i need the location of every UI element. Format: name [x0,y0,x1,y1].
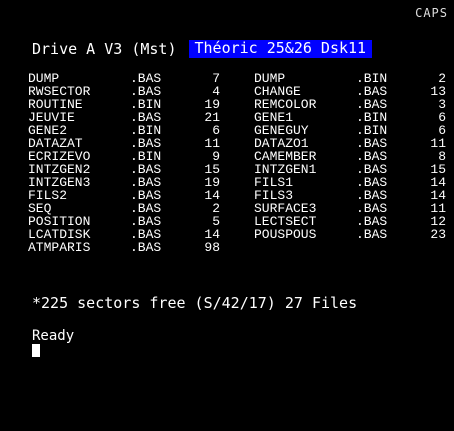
caps-indicator: CAPS [415,6,448,20]
file-extension: .BAS [356,227,388,242]
sectors-free-status: *225 sectors free (S/42/17) 27 Files [32,294,358,312]
directory-listing: DUMP .BAS 7 RWSECTOR .BAS 4 ROUTINE .BIN 19 JE… [28,72,448,292]
file-size: 23 [430,227,446,242]
file-name: ATMPARIS [28,240,91,255]
file-size: 98 [204,240,220,255]
disk-title: Théoric 25&26 Dsk11 [188,40,373,58]
ready-prompt: Ready [32,328,75,344]
drive-header: Drive A V3 (Mst) Théoric 25&26 Dsk11 [32,39,373,58]
file-extension: .BAS [130,240,162,255]
drive-label: Drive A V3 (Mst) [32,39,177,58]
oric-screen[interactable]: CAPS Drive A V3 (Mst) Théoric 25&26 Dsk1… [0,0,454,431]
text-cursor[interactable] [32,344,40,357]
file-name: POUSPOUS [254,227,317,242]
